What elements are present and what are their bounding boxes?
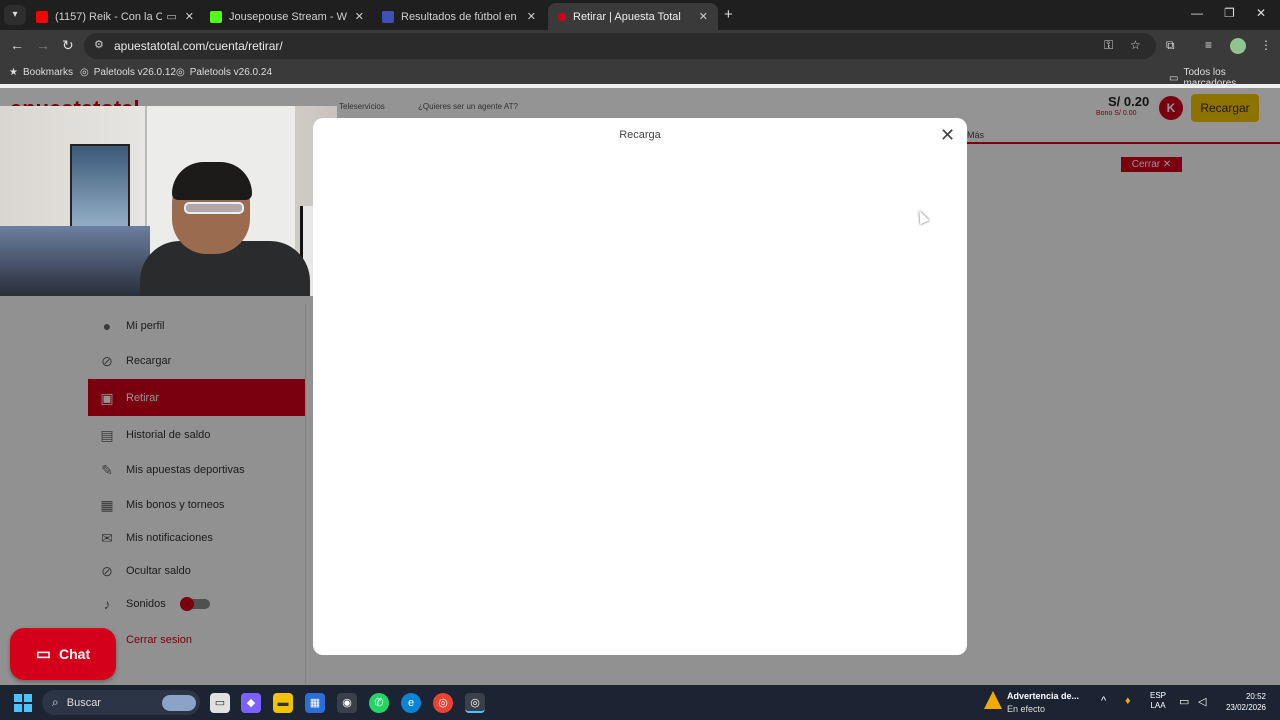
address-bar[interactable]: ⚙ apuestatotal.com/cuenta/retirar/ ⚿ ☆: [84, 33, 1156, 59]
sofascore-icon: [382, 10, 394, 23]
url-text[interactable]: apuestatotal.com/cuenta/retirar/: [114, 39, 283, 53]
task-view-icon[interactable]: ▭: [210, 693, 230, 713]
microsoft-store-icon[interactable]: ▦: [305, 693, 325, 713]
chat-button[interactable]: ▭ Chat: [10, 628, 116, 680]
reload-icon[interactable]: ↻: [62, 37, 74, 54]
clock-date: 23/02/2026: [1225, 703, 1266, 712]
recharge-modal: Recarga ✕: [313, 118, 967, 655]
browser-tab[interactable]: Resultados de fútbol en directo ✕: [374, 3, 546, 30]
system-clock[interactable]: 20:52 23/02/2026: [1218, 691, 1266, 713]
whatsapp-icon[interactable]: ✆: [369, 693, 389, 713]
close-window-icon[interactable]: ✕: [1256, 6, 1266, 20]
chat-button-label: Chat: [59, 646, 91, 662]
forward-icon[interactable]: →: [36, 37, 50, 53]
back-icon[interactable]: ←: [10, 37, 24, 53]
browser-toolbar: ← → ↻ ⚙ apuestatotal.com/cuenta/retirar/…: [0, 30, 1280, 62]
tab-title: Retirar | Apuesta Total: [573, 10, 681, 23]
globe-icon: ◎: [80, 67, 89, 78]
menu-icon[interactable]: ⋮: [1260, 38, 1272, 52]
search-highlight-icon: [162, 694, 196, 711]
all-bookmarks[interactable]: ▭ Todos los marcadores: [1169, 67, 1280, 89]
tab-audio-icon: ▭: [166, 11, 177, 23]
network-icon[interactable]: ▭: [1179, 695, 1189, 708]
tab-title: Jousepouse Stream - Watch Liv: [229, 10, 347, 23]
microphone-icon[interactable]: ♦: [1125, 695, 1131, 707]
windows-start-icon[interactable]: [14, 694, 32, 712]
browser-tab-strip: ▾ (1157) Reik - Con la Cara en ▭ ✕ Jouse…: [0, 0, 1280, 30]
webcam-bed: [0, 226, 150, 296]
browser-tab[interactable]: (1157) Reik - Con la Cara en ▭ ✕: [28, 3, 204, 30]
keyboard-layout: LAA: [1150, 701, 1166, 710]
browser-tab[interactable]: Jousepouse Stream - Watch Liv ✕: [202, 3, 374, 30]
search-placeholder: Buscar: [66, 696, 101, 709]
webcam-person-glasses: [184, 202, 244, 214]
language-code: ESP: [1150, 691, 1167, 700]
password-key-icon[interactable]: ⚿: [1104, 38, 1113, 53]
weather-title: Advertencia de...: [1007, 691, 1080, 701]
close-tab-icon[interactable]: ✕: [185, 10, 194, 23]
apuestatotal-icon: [558, 12, 566, 21]
bookmark-star-icon[interactable]: ☆: [1130, 38, 1141, 52]
browser-tab-active[interactable]: Retirar | Apuesta Total ✕: [548, 3, 718, 30]
all-bookmarks-label: Todos los marcadores: [1183, 67, 1237, 89]
taskbar-search[interactable]: ⌕ Buscar: [42, 690, 200, 715]
close-icon[interactable]: ✕: [940, 126, 955, 144]
kick-icon: [210, 10, 222, 23]
extensions-icon[interactable]: ⧉: [1166, 38, 1175, 53]
webcam-overlay: [0, 106, 337, 296]
maximize-icon[interactable]: ❐: [1224, 6, 1235, 20]
bookmark-label: Bookmarks: [22, 67, 73, 78]
input-language[interactable]: ESP LAA: [1150, 691, 1166, 711]
profile-avatar[interactable]: [1230, 38, 1246, 54]
globe-icon: ◎: [176, 67, 185, 78]
close-tab-icon[interactable]: ✕: [527, 10, 536, 23]
bookmark-label: Paletools v26.0.24: [189, 67, 273, 78]
bookmark-item[interactable]: ◎ Paletools v26.0.12: [80, 67, 176, 78]
clock-time: 20:52: [1245, 692, 1266, 701]
chrome-profile-icon[interactable]: ◎: [465, 693, 485, 713]
minimize-icon[interactable]: —: [1191, 6, 1203, 20]
tab-title: Resultados de fútbol en directo: [401, 10, 519, 23]
new-tab-icon[interactable]: +: [724, 6, 733, 23]
warning-icon: [984, 691, 1002, 709]
webcam-poster: [70, 144, 130, 239]
chat-bubble-icon: ▭: [35, 646, 51, 663]
search-icon: ⌕: [52, 695, 59, 709]
bookmarks-bar: ★ Bookmarks ◎ Paletools v26.0.12 ◎ Palet…: [0, 62, 1280, 89]
file-explorer-icon[interactable]: ▬: [273, 693, 293, 713]
modal-title: Recarga: [619, 129, 661, 141]
copilot-icon[interactable]: ◆: [241, 693, 261, 713]
weather-status: En efecto: [1007, 704, 1046, 714]
bookmark-label: Paletools v26.0.12: [93, 67, 177, 78]
tab-title: (1157) Reik - Con la Cara en: [55, 10, 163, 23]
site-info-icon[interactable]: ⚙: [94, 38, 104, 51]
volume-icon[interactable]: ◁: [1198, 695, 1206, 708]
close-tab-icon[interactable]: ✕: [355, 10, 364, 23]
windows-taskbar: ⌕ Buscar ▭ ◆ ▬ ▦ ◉ ✆ e ◎ ◎ Advertencia d…: [0, 685, 1280, 720]
star-icon: ★: [9, 67, 18, 78]
chrome-icon[interactable]: ◎: [433, 693, 453, 713]
edge-icon[interactable]: e: [401, 693, 421, 713]
folder-icon: ▭: [1169, 72, 1179, 84]
youtube-icon: [36, 10, 48, 23]
steam-icon[interactable]: ◉: [337, 693, 357, 713]
bookmark-item[interactable]: ★ Bookmarks: [9, 67, 73, 78]
close-tab-icon[interactable]: ✕: [699, 10, 708, 23]
media-controls-icon[interactable]: ≡: [1205, 38, 1212, 52]
show-hidden-icons-icon[interactable]: ^: [1101, 695, 1106, 707]
tab-search-button[interactable]: ▾: [4, 5, 26, 25]
bookmark-item[interactable]: ◎ Paletools v26.0.24: [176, 67, 272, 78]
